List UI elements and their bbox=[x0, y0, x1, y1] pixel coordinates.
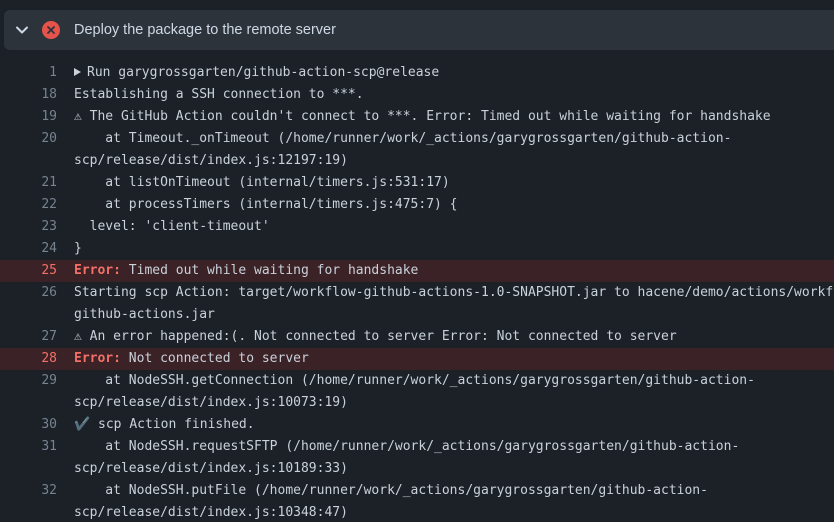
failure-x-icon bbox=[42, 21, 60, 39]
log-output: 1 Run garygrossgarten/github-action-scp@r… bbox=[0, 62, 834, 522]
log-text-segment: ⚠ The GitHub Action couldn't connect to … bbox=[74, 109, 771, 124]
log-line-error: 25 Error: Timed out while waiting for han… bbox=[0, 260, 834, 282]
log-text: scp/release/dist/index.js:10348:47) bbox=[74, 502, 348, 522]
log-text-segment: scp/release/dist/index.js:10073:19) bbox=[74, 395, 348, 410]
log-line-error: 28 Error: Not connected to server bbox=[0, 348, 834, 370]
log-text: ✔️ scp Action finished. bbox=[74, 414, 255, 436]
log-text-segment: } bbox=[74, 241, 82, 256]
log-line: scp/release/dist/index.js:10073:19) bbox=[0, 392, 834, 414]
log-text-segment: scp/release/dist/index.js:12197:19) bbox=[74, 153, 348, 168]
line-number[interactable]: 26 bbox=[4, 282, 57, 304]
log-text-segment: at listOnTimeout (internal/timers.js:531… bbox=[74, 175, 450, 190]
log-line: scp/release/dist/index.js:10348:47) bbox=[0, 502, 834, 522]
log-text-segment: Timed out while waiting for handshake bbox=[120, 263, 419, 278]
line-number[interactable]: 32 bbox=[4, 480, 57, 502]
log-text: at NodeSSH.putFile (/home/runner/work/_a… bbox=[74, 480, 708, 502]
log-line: 22 at processTimers (internal/timers.js:… bbox=[0, 194, 834, 216]
line-number[interactable]: 28 bbox=[4, 348, 57, 370]
log-line: 23 level: 'client-timeout' bbox=[0, 216, 834, 238]
log-text-segment: Establishing a SSH connection to ***. bbox=[74, 87, 364, 102]
log-text: scp/release/dist/index.js:10073:19) bbox=[74, 392, 348, 414]
line-number[interactable]: 21 bbox=[4, 172, 57, 194]
line-number[interactable]: 18 bbox=[4, 84, 57, 106]
line-number[interactable]: 30 bbox=[4, 414, 57, 436]
log-text-segment: Starting scp Action: target/workflow-git… bbox=[74, 285, 834, 300]
log-text: ⚠ An error happened:(. Not connected to … bbox=[74, 326, 677, 348]
log-text-segment: at NodeSSH.requestSFTP (/home/runner/wor… bbox=[74, 439, 740, 454]
log-line: 20 at Timeout._onTimeout (/home/runner/w… bbox=[0, 128, 834, 150]
log-text: level: 'client-timeout' bbox=[74, 216, 270, 238]
log-line: 30 ✔️ scp Action finished. bbox=[0, 414, 834, 436]
log-text-segment: at processTimers (internal/timers.js:475… bbox=[74, 197, 458, 212]
line-number[interactable]: 31 bbox=[4, 436, 57, 458]
log-line: 29 at NodeSSH.getConnection (/home/runne… bbox=[0, 370, 834, 392]
log-line: 27 ⚠ An error happened:(. Not connected t… bbox=[0, 326, 834, 348]
log-text: at NodeSSH.requestSFTP (/home/runner/wor… bbox=[74, 436, 739, 458]
log-text: scp/release/dist/index.js:10189:33) bbox=[74, 458, 348, 480]
line-number[interactable]: 22 bbox=[4, 194, 57, 216]
log-text: ⚠ The GitHub Action couldn't connect to … bbox=[74, 106, 771, 128]
line-number[interactable]: 23 bbox=[4, 216, 57, 238]
log-text-segment: level: 'client-timeout' bbox=[74, 219, 270, 234]
log-line: 24} bbox=[0, 238, 834, 260]
log-line: scp/release/dist/index.js:10189:33) bbox=[0, 458, 834, 480]
log-text: } bbox=[74, 238, 82, 260]
log-text-segment: ⚠ An error happened:(. Not connected to … bbox=[74, 329, 677, 344]
line-number[interactable]: 1 bbox=[4, 62, 57, 84]
line-number[interactable]: 24 bbox=[4, 238, 57, 260]
step-header[interactable]: Deploy the package to the remote server bbox=[4, 10, 834, 50]
log-text: at listOnTimeout (internal/timers.js:531… bbox=[74, 172, 450, 194]
log-text-segment: at Timeout._onTimeout (/home/runner/work… bbox=[74, 131, 732, 146]
log-line[interactable]: 1 Run garygrossgarten/github-action-scp@r… bbox=[0, 62, 834, 84]
log-text-segment: Run garygrossgarten/github-action-scp@re… bbox=[87, 65, 440, 80]
log-text-segment: Not connected to server bbox=[120, 351, 309, 366]
chevron-down-icon[interactable] bbox=[14, 22, 30, 38]
log-line: github-actions.jar bbox=[0, 304, 834, 326]
log-text-segment: github-actions.jar bbox=[74, 307, 215, 322]
log-text-segment: at NodeSSH.getConnection (/home/runner/w… bbox=[74, 373, 755, 388]
log-line: 19 ⚠ The GitHub Action couldn't connect t… bbox=[0, 106, 834, 128]
log-line: 32 at NodeSSH.putFile (/home/runner/work… bbox=[0, 480, 834, 502]
log-text-segment: scp/release/dist/index.js:10189:33) bbox=[74, 461, 348, 476]
log-line: 26 Starting scp Action: target/workflow-g… bbox=[0, 282, 834, 304]
log-text: Establishing a SSH connection to ***. bbox=[74, 84, 364, 106]
log-text: Error: Timed out while waiting for hands… bbox=[74, 260, 418, 282]
log-text-segment: scp/release/dist/index.js:10348:47) bbox=[74, 505, 348, 520]
log-text-segment: ✔️ scp Action finished. bbox=[74, 417, 255, 432]
log-text: Run garygrossgarten/github-action-scp@re… bbox=[74, 62, 439, 84]
line-number[interactable]: 25 bbox=[4, 260, 57, 282]
log-text: at processTimers (internal/timers.js:475… bbox=[74, 194, 458, 216]
line-number[interactable]: 20 bbox=[4, 128, 57, 150]
line-number[interactable]: 27 bbox=[4, 326, 57, 348]
expand-triangle-icon[interactable] bbox=[74, 68, 81, 76]
log-text-segment: at NodeSSH.putFile (/home/runner/work/_a… bbox=[74, 483, 708, 498]
step-title: Deploy the package to the remote server bbox=[74, 22, 336, 38]
log-text: at NodeSSH.getConnection (/home/runner/w… bbox=[74, 370, 755, 392]
log-text: Error: Not connected to server bbox=[74, 348, 309, 370]
log-text: scp/release/dist/index.js:12197:19) bbox=[74, 150, 348, 172]
log-line: scp/release/dist/index.js:12197:19) bbox=[0, 150, 834, 172]
error-label: Error: bbox=[74, 263, 121, 278]
line-number[interactable]: 19 bbox=[4, 106, 57, 128]
log-text: github-actions.jar bbox=[74, 304, 215, 326]
error-label: Error: bbox=[74, 351, 121, 366]
log-line: 31 at NodeSSH.requestSFTP (/home/runner/… bbox=[0, 436, 834, 458]
log-text: at Timeout._onTimeout (/home/runner/work… bbox=[74, 128, 731, 150]
line-number[interactable]: 29 bbox=[4, 370, 57, 392]
log-text: Starting scp Action: target/workflow-git… bbox=[74, 282, 834, 304]
log-line: 21 at listOnTimeout (internal/timers.js:… bbox=[0, 172, 834, 194]
log-line: 18 Establishing a SSH connection to ***. bbox=[0, 84, 834, 106]
